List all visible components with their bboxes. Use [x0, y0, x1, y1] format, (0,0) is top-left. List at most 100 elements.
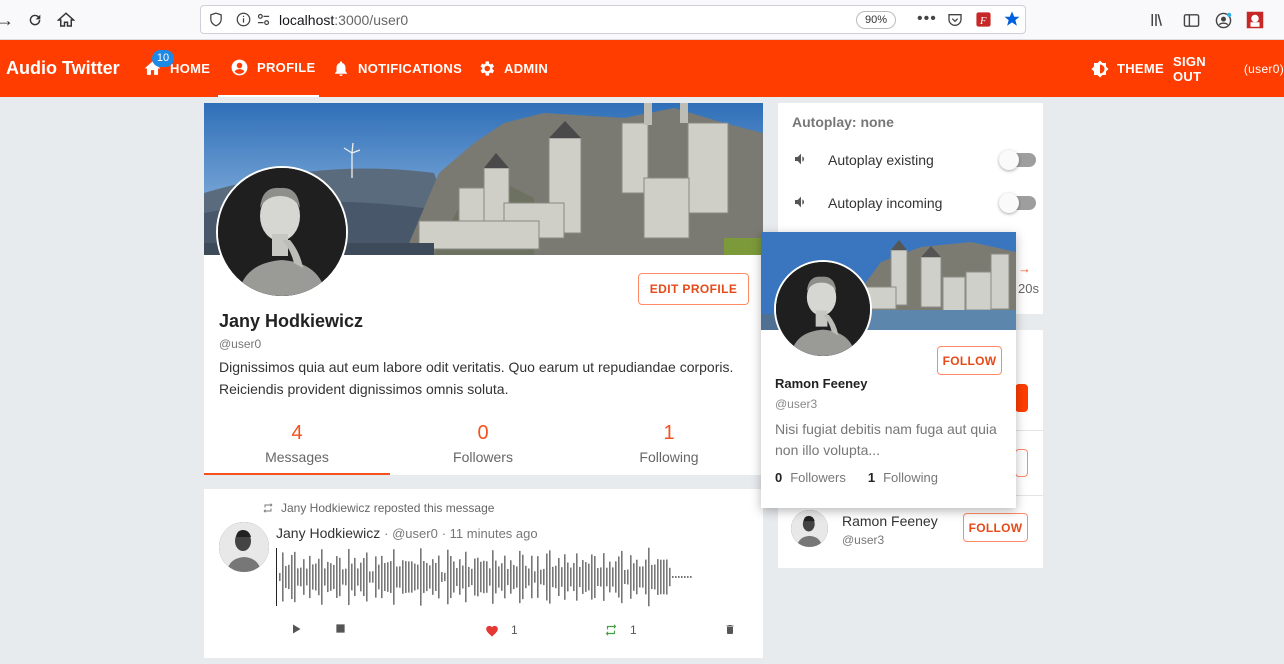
gear-icon	[480, 61, 495, 76]
url-bar[interactable]: localhost:3000/user0 90% ••• F	[200, 5, 1026, 34]
hover-user-name[interactable]: Ramon Feeney	[775, 376, 867, 391]
hover-avatar[interactable]	[774, 260, 872, 358]
message-avatar[interactable]	[219, 522, 269, 572]
zoom-level[interactable]: 90%	[856, 11, 897, 29]
partial-button[interactable]	[1015, 384, 1028, 412]
messages-label: Messages	[265, 449, 329, 465]
like-button[interactable]: 1	[485, 623, 518, 637]
permissions-icon[interactable]	[256, 12, 271, 30]
hover-followers-label: Followers	[790, 470, 846, 485]
speaker-icon	[792, 151, 828, 170]
hover-following-count: 1	[867, 470, 876, 485]
url-text: localhost:3000/user0	[279, 12, 409, 28]
slider-track-partial[interactable]: →	[1018, 261, 1031, 276]
message-card: Jany Hodkiewicz reposted this message Ja…	[204, 489, 763, 658]
profile-handle: @user0	[219, 337, 262, 351]
nav-profile-label: PROFILE	[257, 60, 316, 75]
repost-text: Jany Hodkiewicz reposted this message	[281, 501, 495, 515]
repost-notice: Jany Hodkiewicz reposted this message	[262, 501, 494, 515]
stop-icon	[336, 624, 345, 633]
account-icon[interactable]	[1213, 10, 1233, 30]
autoplay-existing-switch[interactable]	[999, 150, 1036, 170]
extension-f-icon[interactable]: F	[975, 11, 992, 31]
autoplay-incoming-label: Autoplay incoming	[828, 195, 943, 211]
suggested-user-handle: @user3	[842, 533, 885, 547]
hover-user-handle: @user3	[775, 397, 818, 411]
hover-user-bio: Nisi fugiat debitis nam fuga aut quia no…	[775, 421, 997, 458]
sign-out-label: SIGN OUT	[1173, 53, 1206, 84]
autoplay-incoming-switch[interactable]	[999, 193, 1036, 213]
profile-avatar[interactable]	[216, 166, 348, 298]
autoplay-existing-label: Autoplay existing	[828, 152, 934, 168]
message-time: 11 minutes ago	[449, 526, 538, 541]
suggested-user-name[interactable]: Ramon Feeney	[842, 513, 938, 529]
bell-icon	[335, 61, 347, 76]
heart-icon	[486, 625, 498, 637]
tab-followers[interactable]: 0 Followers	[390, 419, 576, 475]
sign-out-button[interactable]: SIGN OUT (user0)	[1173, 40, 1284, 97]
bookmark-star-icon[interactable]	[1003, 10, 1021, 31]
info-icon[interactable]	[236, 12, 251, 30]
profile-card: EDIT PROFILE Jany Hodkiewicz @user0 Dign…	[204, 103, 763, 475]
profile-bio: Dignissimos quia aut eum labore odit ver…	[219, 359, 734, 397]
like-count: 1	[511, 623, 518, 637]
duration-partial: 20s	[1018, 281, 1039, 296]
forward-icon[interactable]: →	[0, 9, 16, 31]
nav-admin-label: ADMIN	[504, 61, 549, 76]
nav-admin[interactable]: ADMIN	[477, 40, 548, 97]
repost-icon	[605, 624, 617, 636]
autoplay-incoming-row: Autoplay incoming	[792, 191, 1037, 215]
nav-home-label: HOME	[170, 61, 211, 76]
nav-profile[interactable]: PROFILE	[218, 40, 319, 97]
browser-toolbar: → localhost:3000/user0 90% ••• F	[0, 0, 1284, 40]
pocket-icon[interactable]	[947, 12, 963, 31]
repost-button[interactable]: 1	[604, 623, 637, 637]
audio-waveform[interactable]	[276, 546, 706, 608]
more-actions-icon[interactable]: •••	[917, 10, 937, 28]
suggested-user-avatar[interactable]	[791, 510, 828, 547]
theme-button[interactable]: THEME	[1091, 40, 1164, 97]
home-browser-icon[interactable]	[55, 9, 77, 31]
followers-label: Followers	[453, 449, 513, 465]
sidebar-icon[interactable]	[1181, 10, 1201, 30]
following-count: 1	[663, 422, 675, 444]
hover-followers-count: 0	[775, 470, 783, 485]
reload-icon[interactable]	[24, 9, 46, 31]
message-handle: @user0	[392, 526, 438, 541]
autoplay-title: Autoplay: none	[792, 114, 894, 130]
library-icon[interactable]	[1149, 10, 1169, 30]
follow-button[interactable]: FOLLOW	[963, 513, 1028, 542]
edit-profile-button[interactable]: EDIT PROFILE	[638, 273, 749, 305]
stop-button[interactable]	[335, 623, 358, 634]
account-circle-icon	[231, 59, 248, 76]
shield-icon[interactable]	[209, 12, 223, 30]
repost-small-icon	[263, 503, 273, 513]
notification-badge: 10	[152, 50, 174, 67]
app-title[interactable]: Audio Twitter	[6, 58, 120, 79]
extension-avatar-icon[interactable]	[1245, 10, 1265, 30]
following-label: Following	[639, 449, 699, 465]
play-icon	[293, 624, 301, 634]
message-header: Jany Hodkiewicz · @user0 · 11 minutes ag…	[276, 525, 538, 541]
tab-following[interactable]: 1 Following	[576, 419, 762, 475]
delete-button[interactable]	[724, 623, 748, 636]
message-author[interactable]: Jany Hodkiewicz	[276, 525, 380, 541]
svg-text:F: F	[979, 16, 987, 27]
brightness-icon	[1091, 60, 1109, 77]
partial-follow-button[interactable]	[1015, 449, 1028, 477]
trash-icon	[726, 625, 734, 634]
messages-count: 4	[291, 422, 303, 444]
play-button[interactable]	[290, 623, 314, 635]
nav-notifications[interactable]: NOTIFICATIONS	[332, 40, 462, 97]
app-bar: Audio Twitter HOME 10 PROFILE NOTIFICATI…	[0, 40, 1284, 97]
nav-notifications-label: NOTIFICATIONS	[358, 61, 463, 76]
nav-home[interactable]: HOME	[143, 40, 210, 97]
repost-count: 1	[630, 623, 637, 637]
current-user-label: (user0)	[1243, 61, 1284, 76]
followers-count: 0	[477, 422, 489, 444]
user-hover-card: FOLLOW Ramon Feeney @user3 Nisi fugiat d…	[761, 232, 1016, 508]
hover-user-stats: 0 Followers 1 Following	[775, 470, 938, 485]
autoplay-existing-row: Autoplay existing	[792, 148, 1037, 172]
hover-follow-button[interactable]: FOLLOW	[937, 346, 1002, 375]
tab-messages[interactable]: 4 Messages	[204, 419, 390, 475]
